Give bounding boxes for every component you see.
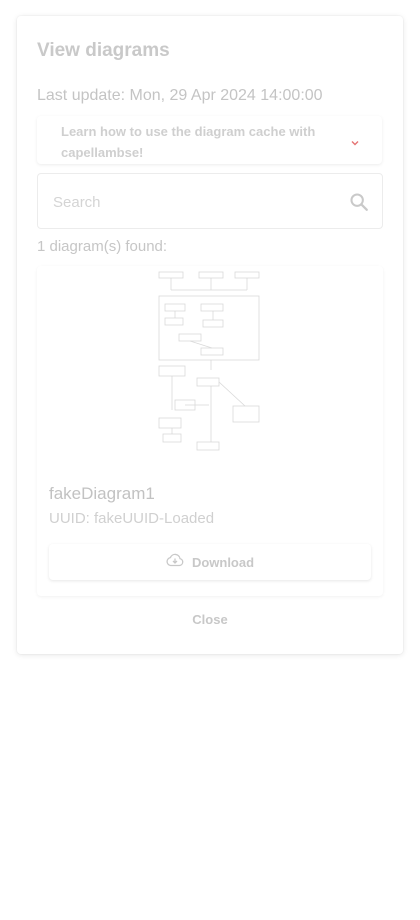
diagram-thumbnail[interactable]: [157, 270, 263, 460]
dialog-title: View diagrams: [37, 40, 170, 61]
cloud-download-icon: [166, 553, 184, 572]
diagram-cache-info-panel[interactable]: Learn how to use the diagram cache with …: [37, 116, 382, 164]
info-panel-text: Learn how to use the diagram cache with …: [61, 124, 316, 160]
download-button[interactable]: Download: [49, 544, 371, 580]
last-update-text: Last update: Mon, 29 Apr 2024 14:00:00: [37, 87, 323, 104]
search-input[interactable]: [53, 190, 333, 214]
diagram-uuid: UUID: fakeUUID-Loaded: [49, 510, 215, 527]
close-button[interactable]: Close: [170, 604, 250, 634]
chevron-down-icon[interactable]: [350, 138, 360, 148]
search-icon[interactable]: [348, 191, 370, 213]
download-button-label: Download: [191, 554, 255, 570]
diagram-name: fakeDiagram1: [49, 484, 155, 503]
diagram-count-text: 1 diagram(s) found:: [37, 238, 168, 255]
view-diagrams-dialog: View diagrams Last update: Mon, 29 Apr 2…: [17, 16, 403, 654]
search-field[interactable]: [37, 173, 383, 229]
close-button-label: Close: [192, 611, 228, 627]
diagram-card: fakeDiagram1 UUID: fakeUUID-Loaded Downl…: [37, 266, 383, 596]
